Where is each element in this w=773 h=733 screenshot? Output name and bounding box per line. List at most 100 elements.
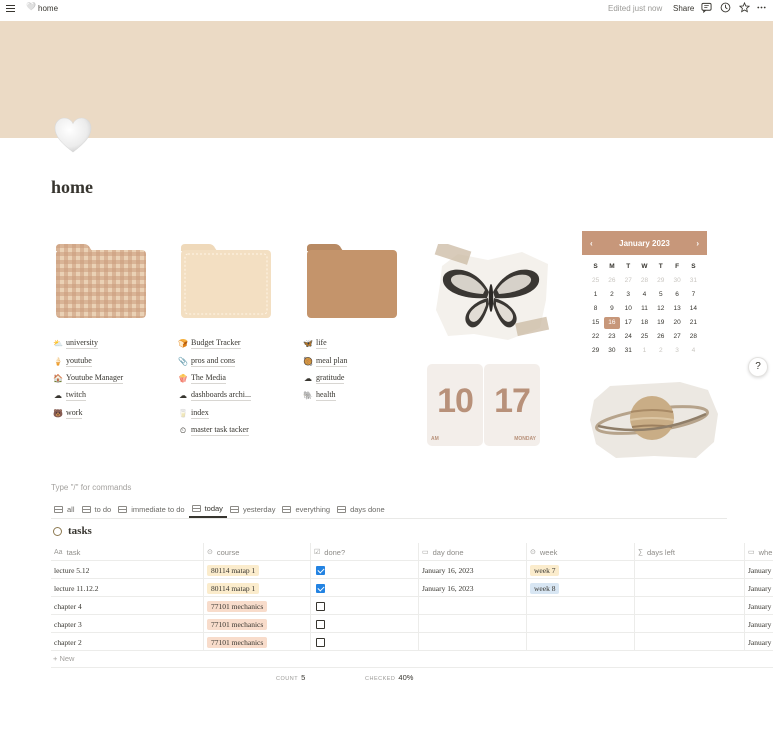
prev-month-button[interactable]: ‹ — [590, 239, 593, 248]
calendar-day[interactable]: 29 — [587, 345, 603, 357]
done-cell[interactable] — [311, 615, 419, 633]
list-item[interactable]: 🥛 index — [177, 405, 251, 422]
done-checkbox[interactable] — [316, 619, 325, 629]
calendar-day[interactable]: 17 — [620, 317, 636, 329]
favorite-star-icon[interactable] — [739, 2, 750, 13]
page-link[interactable]: master task tacker — [191, 425, 249, 437]
calendar-day[interactable]: 23 — [604, 331, 620, 343]
page-link[interactable]: pros and cons — [191, 356, 235, 367]
page-link[interactable]: youtube — [66, 356, 92, 367]
week-cell[interactable]: week 7 — [527, 561, 635, 579]
task-cell[interactable]: chapter 3 — [51, 615, 204, 633]
page-link[interactable]: The Media — [191, 373, 226, 384]
course-cell[interactable]: 80114 matap 1 — [204, 579, 311, 597]
page-link[interactable]: health — [316, 390, 336, 402]
calendar-day[interactable]: 9 — [604, 303, 620, 315]
column-header[interactable]: ⊙ course — [204, 543, 311, 561]
calendar-day[interactable]: 21 — [685, 317, 701, 329]
calendar-day[interactable]: 3 — [669, 345, 685, 357]
course-cell[interactable]: 77101 mechanics — [204, 615, 311, 633]
list-item[interactable]: ⏲ master task tacker — [177, 422, 251, 439]
task-cell[interactable]: lecture 11.12.2 — [51, 579, 204, 597]
calendar-day[interactable]: 12 — [653, 303, 669, 315]
day-done-cell[interactable]: January 16, 2023 — [419, 561, 527, 579]
done-checkbox[interactable] — [316, 601, 325, 611]
calendar-day[interactable]: 31 — [620, 345, 636, 357]
more-options-icon[interactable] — [756, 2, 767, 13]
page-link[interactable]: Budget Tracker — [191, 338, 241, 350]
page-link[interactable]: Youtube Manager — [66, 373, 124, 384]
calendar-day[interactable]: 25 — [636, 331, 652, 343]
when-cell[interactable]: January — [745, 597, 773, 615]
calendar-day[interactable]: 7 — [685, 289, 701, 301]
done-cell[interactable] — [311, 579, 419, 597]
comments-icon[interactable] — [701, 2, 712, 13]
calendar-day[interactable]: 28 — [685, 331, 701, 343]
calendar-day[interactable]: 27 — [620, 275, 636, 287]
day-done-cell[interactable] — [419, 633, 527, 651]
calendar-day[interactable]: 14 — [685, 303, 701, 315]
calendar-day-today[interactable]: 16 — [603, 317, 621, 329]
done-cell[interactable] — [311, 633, 419, 651]
calendar-day[interactable]: 27 — [669, 331, 685, 343]
next-month-button[interactable]: › — [696, 239, 699, 248]
calendar-day[interactable]: 2 — [604, 289, 620, 301]
count-aggregate[interactable]: COUNT 5 — [276, 673, 305, 682]
calendar-day[interactable]: 29 — [653, 275, 669, 287]
page-link[interactable]: dashboards archi... — [191, 390, 251, 402]
tab-all[interactable]: all — [51, 500, 79, 518]
days-left-cell[interactable] — [635, 597, 745, 615]
calendar-day[interactable]: 30 — [604, 345, 620, 357]
page-link[interactable]: life — [316, 338, 327, 350]
column-header[interactable]: ▭ whe — [745, 543, 773, 561]
database-title[interactable]: tasks — [53, 525, 92, 537]
task-cell[interactable]: chapter 4 — [51, 597, 204, 615]
new-row-button[interactable]: + New — [53, 654, 74, 663]
calendar-day[interactable]: 20 — [669, 317, 685, 329]
tab-immediate-to-do[interactable]: immediate to do — [115, 500, 188, 518]
calendar-day[interactable]: 3 — [620, 289, 636, 301]
column-header[interactable]: ⊙ week — [527, 543, 635, 561]
table-row[interactable]: chapter 3 77101 mechanics January — [51, 615, 773, 633]
list-item[interactable]: 🐘 health — [302, 387, 347, 404]
list-item[interactable]: ☁ dashboards archi... — [177, 387, 251, 404]
when-cell[interactable]: January — [745, 561, 773, 579]
course-cell[interactable]: 80114 matap 1 — [204, 561, 311, 579]
calendar-day[interactable]: 11 — [636, 303, 652, 315]
calendar-day[interactable]: 8 — [587, 303, 603, 315]
calendar-day[interactable]: 10 — [620, 303, 636, 315]
calendar-day[interactable]: 1 — [636, 345, 652, 357]
calendar-day[interactable]: 15 — [587, 317, 603, 329]
tab-to-do[interactable]: to do — [79, 500, 116, 518]
list-item[interactable]: ☁ twitch — [52, 387, 123, 404]
list-item[interactable]: ⛅ university — [52, 335, 123, 352]
page-link[interactable]: meal plan — [316, 356, 348, 367]
calendar-day[interactable]: 25 — [587, 275, 603, 287]
course-cell[interactable]: 77101 mechanics — [204, 633, 311, 651]
column-header[interactable]: ∑ days left — [635, 543, 745, 561]
task-cell[interactable]: lecture 5.12 — [51, 561, 204, 579]
when-cell[interactable]: January — [745, 579, 773, 597]
course-cell[interactable]: 77101 mechanics — [204, 597, 311, 615]
tab-days-done[interactable]: days done — [334, 500, 389, 518]
sidebar-toggle-icon[interactable] — [6, 3, 15, 13]
editor-placeholder[interactable]: Type "/" for commands — [51, 483, 131, 492]
calendar-day[interactable]: 22 — [587, 331, 603, 343]
days-left-cell[interactable] — [635, 633, 745, 651]
page-cover[interactable] — [0, 21, 773, 138]
when-cell[interactable]: January — [745, 615, 773, 633]
page-link[interactable]: work — [66, 408, 83, 419]
column-header[interactable]: ▭ day done — [419, 543, 527, 561]
column-header[interactable]: ☑ done? — [311, 543, 419, 561]
list-item[interactable]: 🍿 The Media — [177, 370, 251, 387]
calendar-day[interactable]: 1 — [587, 289, 603, 301]
calendar-day[interactable]: 18 — [636, 317, 652, 329]
calendar-day[interactable]: 6 — [669, 289, 685, 301]
heart-icon[interactable] — [53, 116, 93, 156]
tab-today[interactable]: today — [188, 500, 227, 518]
table-row[interactable]: lecture 11.12.2 80114 matap 1 January 16, … — [51, 579, 773, 597]
done-cell[interactable] — [311, 597, 419, 615]
days-left-cell[interactable] — [635, 579, 745, 597]
calendar-day[interactable]: 26 — [604, 275, 620, 287]
done-cell[interactable] — [311, 561, 419, 579]
